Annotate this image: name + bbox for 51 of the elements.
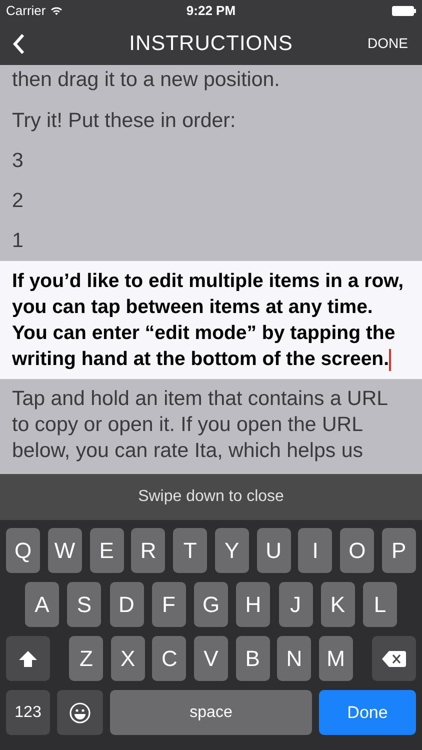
delete-key[interactable] <box>372 636 416 681</box>
letter-key[interactable]: K <box>320 582 355 627</box>
shift-arrow-icon[interactable] <box>18 650 38 668</box>
backspace-icon[interactable] <box>382 650 406 666</box>
smiley-icon[interactable] <box>69 702 91 724</box>
list-item[interactable]: If you’d like to edit multiple items in a row, you can tap between items at any time. You can enter “edit mode” by tapping the writing hand at the bottom of the screen. <box>0 261 422 379</box>
list-item[interactable]: Try it! Put these in order: <box>0 101 422 141</box>
letter-key[interactable]: Z <box>69 636 104 681</box>
swipe-hint: Swipe down to close <box>0 474 422 520</box>
list-item[interactable]: then drag it to a new position. <box>0 65 422 101</box>
letter-key[interactable]: C <box>152 636 186 681</box>
numbers-key[interactable]: 123 <box>6 690 50 735</box>
letter-key[interactable]: B <box>236 636 270 681</box>
letter-key[interactable]: W <box>48 528 82 573</box>
letter-key[interactable]: Y <box>214 528 249 573</box>
shift-key[interactable] <box>6 636 50 681</box>
letter-key[interactable]: P <box>382 528 416 573</box>
letter-key[interactable]: I <box>298 528 332 573</box>
done-button[interactable]: DONE <box>350 33 410 54</box>
letter-key[interactable]: S <box>67 582 102 627</box>
letter-key[interactable]: F <box>152 582 186 627</box>
letter-key[interactable]: A <box>25 582 59 627</box>
letter-key[interactable]: X <box>110 636 145 681</box>
list-item[interactable]: 3 <box>0 141 422 181</box>
battery-icon <box>392 6 416 16</box>
letter-key[interactable]: H <box>236 582 270 627</box>
letter-key[interactable]: T <box>173 528 208 573</box>
clock-label: 9:22 PM <box>186 2 236 20</box>
letter-key[interactable]: N <box>277 636 312 681</box>
list-item[interactable]: 1 <box>0 221 422 261</box>
space-key[interactable]: space <box>110 690 312 735</box>
back-chevron-icon[interactable] <box>12 32 26 54</box>
letter-key[interactable]: M <box>318 636 353 681</box>
list-item[interactable]: 2 <box>0 181 422 221</box>
letter-key[interactable]: D <box>110 582 144 627</box>
screen-title: INSTRUCTIONS <box>129 30 293 57</box>
letter-key[interactable]: V <box>194 636 228 681</box>
letter-key[interactable]: E <box>90 528 124 573</box>
list-item[interactable]: Tap and hold an item that contains a URL to copy or open it. If you open the URL below, you can rate Ita, which helps us <box>0 379 422 471</box>
done-key[interactable]: Done <box>319 690 416 735</box>
emoji-key[interactable] <box>57 690 103 735</box>
text-cursor <box>389 348 392 371</box>
letter-key[interactable]: G <box>194 582 228 627</box>
letter-key[interactable]: R <box>131 528 166 573</box>
letter-key[interactable]: U <box>256 528 291 573</box>
carrier-label: Carrier <box>6 2 46 20</box>
letter-key[interactable]: Q <box>6 528 40 573</box>
letter-key[interactable]: L <box>363 582 397 627</box>
wifi-icon <box>50 6 63 16</box>
letter-key[interactable]: J <box>278 582 312 627</box>
letter-key[interactable]: O <box>340 528 374 573</box>
